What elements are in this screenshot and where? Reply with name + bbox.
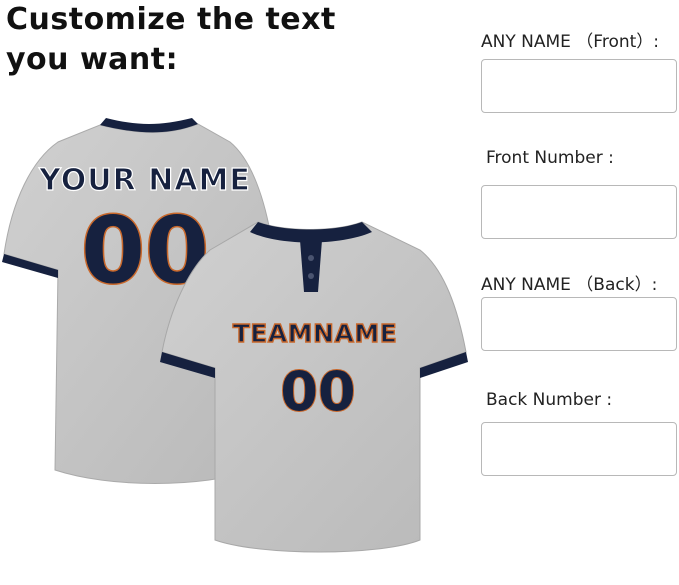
back-name-input[interactable] [481, 297, 677, 351]
back-number-input[interactable] [481, 422, 677, 476]
front-jersey-number: 00 [280, 360, 355, 423]
placket-button-1 [308, 255, 314, 261]
back-jersey-name: YOUR NAME [38, 163, 251, 198]
placket-button-2 [308, 273, 314, 279]
front-name-label: ANY NAME （Front）: [481, 32, 660, 52]
front-number-label: Front Number : [486, 148, 614, 168]
front-number-input[interactable] [481, 185, 677, 239]
front-name-input[interactable] [481, 59, 677, 113]
back-name-label: ANY NAME （Back）: [481, 275, 658, 295]
back-number-label: Back Number : [486, 390, 613, 410]
front-jersey-team-name: TEAMNAME [233, 319, 398, 348]
